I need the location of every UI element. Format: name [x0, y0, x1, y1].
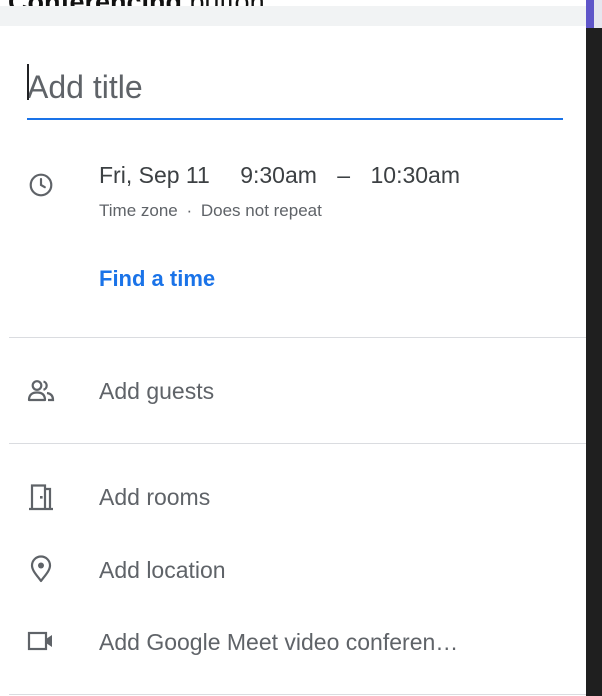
- divider: [9, 694, 586, 695]
- time-zone-link[interactable]: Time zone: [99, 201, 178, 220]
- add-rooms-field[interactable]: Add rooms: [99, 484, 210, 511]
- event-title-input[interactable]: [27, 62, 563, 120]
- event-editor-page: Conferencing button. Fri, Sep 11 9:30am …: [0, 0, 602, 696]
- add-guests-field[interactable]: Add guests: [99, 378, 214, 405]
- clock-icon: [27, 171, 55, 199]
- door-icon: [27, 483, 55, 511]
- text-caret: [27, 64, 29, 100]
- window-edge-accent: [586, 0, 594, 30]
- header-band: [0, 6, 586, 26]
- divider: [9, 337, 586, 338]
- window-edge-dark: [586, 28, 602, 696]
- event-end-time[interactable]: 10:30am: [370, 162, 460, 189]
- video-camera-icon: [27, 627, 55, 655]
- add-google-meet-button[interactable]: Add Google Meet video conferen…: [99, 629, 458, 656]
- event-start-time[interactable]: 9:30am: [240, 162, 317, 189]
- window-edge-light: [594, 0, 602, 30]
- event-subline: Time zone · Does not repeat: [99, 201, 322, 221]
- add-location-field[interactable]: Add location: [99, 557, 226, 584]
- event-datetime[interactable]: Fri, Sep 11 9:30am – 10:30am: [99, 162, 460, 189]
- find-a-time-button[interactable]: Find a time: [99, 266, 215, 292]
- subline-bullet: ·: [186, 201, 193, 220]
- people-icon: [27, 377, 55, 405]
- time-separator: –: [337, 162, 351, 188]
- divider: [9, 443, 586, 444]
- event-date[interactable]: Fri, Sep 11: [99, 162, 210, 189]
- location-pin-icon: [27, 555, 55, 583]
- repeat-select[interactable]: Does not repeat: [201, 201, 322, 220]
